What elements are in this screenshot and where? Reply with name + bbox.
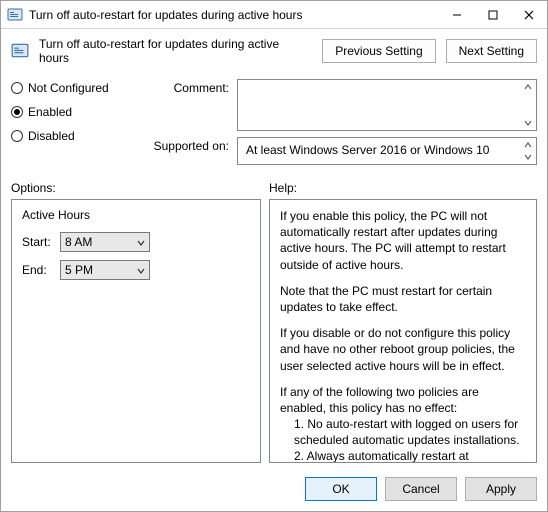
radio-disabled[interactable]: Disabled <box>11 129 133 143</box>
help-text: 1. No auto-restart with logged on users … <box>280 416 526 448</box>
radio-icon <box>11 106 23 118</box>
help-text: If you enable this policy, the PC will n… <box>280 208 526 273</box>
page-title: Turn off auto-restart for updates during… <box>39 37 312 65</box>
policy-icon <box>11 42 29 60</box>
policy-icon <box>7 7 23 23</box>
help-pane: If you enable this policy, the PC will n… <box>269 199 537 463</box>
start-time-select[interactable]: 8 AM <box>60 232 150 252</box>
supported-label: Supported on: <box>145 137 229 165</box>
scroll-down-icon[interactable] <box>520 117 535 129</box>
content-split: Active Hours Start: 8 AM End: 5 PM If yo… <box>1 199 547 469</box>
state-radio-group: Not Configured Enabled Disabled <box>11 79 133 165</box>
supported-value: At least Windows Server 2016 or Windows … <box>246 143 489 157</box>
start-label: Start: <box>22 235 54 249</box>
section-headers: Options: Help: <box>1 173 547 199</box>
radio-icon <box>11 82 23 94</box>
radio-icon <box>11 130 23 142</box>
comment-label: Comment: <box>145 79 229 131</box>
scroll-up-icon[interactable] <box>520 81 535 93</box>
settings-top: Not Configured Enabled Disabled Comment: <box>1 79 547 173</box>
end-time-select[interactable]: 5 PM <box>60 260 150 280</box>
next-setting-button[interactable]: Next Setting <box>446 39 537 63</box>
ok-button[interactable]: OK <box>305 477 377 501</box>
maximize-button[interactable] <box>475 1 511 28</box>
chevron-down-icon <box>137 263 145 277</box>
radio-label: Enabled <box>28 105 72 119</box>
close-button[interactable] <box>511 1 547 28</box>
scrollbar <box>520 81 535 129</box>
help-text: 2. Always automatically restart at sched… <box>280 448 526 463</box>
radio-label: Not Configured <box>28 81 109 95</box>
meta-column: Comment: Supported on: At least Windows … <box>145 79 537 165</box>
options-pane: Active Hours Start: 8 AM End: 5 PM <box>11 199 261 463</box>
footer-buttons: OK Cancel Apply <box>1 469 547 511</box>
end-time-value: 5 PM <box>65 263 93 277</box>
cancel-button[interactable]: Cancel <box>385 477 457 501</box>
minimize-button[interactable] <box>439 1 475 28</box>
comment-input[interactable] <box>237 79 537 131</box>
options-heading: Options: <box>11 181 269 195</box>
start-time-value: 8 AM <box>65 235 92 249</box>
scroll-up-icon[interactable] <box>520 139 535 151</box>
radio-label: Disabled <box>28 129 75 143</box>
apply-button[interactable]: Apply <box>465 477 537 501</box>
titlebar: Turn off auto-restart for updates during… <box>1 1 547 29</box>
window-title: Turn off auto-restart for updates during… <box>29 8 439 22</box>
active-hours-heading: Active Hours <box>22 208 250 222</box>
help-text: If any of the following two policies are… <box>280 384 526 416</box>
chevron-down-icon <box>137 235 145 249</box>
help-heading: Help: <box>269 181 297 195</box>
help-text: If you disable or do not configure this … <box>280 325 526 374</box>
radio-not-configured[interactable]: Not Configured <box>11 81 133 95</box>
previous-setting-button[interactable]: Previous Setting <box>322 39 435 63</box>
start-row: Start: 8 AM <box>22 232 250 252</box>
supported-on-field: At least Windows Server 2016 or Windows … <box>237 137 537 165</box>
header: Turn off auto-restart for updates during… <box>1 29 547 79</box>
end-label: End: <box>22 263 54 277</box>
dialog-window: Turn off auto-restart for updates during… <box>0 0 548 512</box>
end-row: End: 5 PM <box>22 260 250 280</box>
help-text: Note that the PC must restart for certai… <box>280 283 526 315</box>
scrollbar <box>520 139 535 163</box>
radio-enabled[interactable]: Enabled <box>11 105 133 119</box>
scroll-down-icon[interactable] <box>520 151 535 163</box>
